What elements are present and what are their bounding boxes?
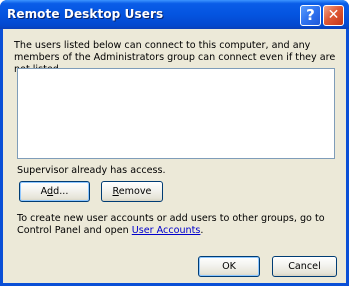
title-bar[interactable]: Remote Desktop Users ? ✕ xyxy=(0,0,349,29)
remove-button[interactable]: Remove xyxy=(101,181,163,202)
window-title: Remote Desktop Users xyxy=(7,7,164,21)
cancel-button[interactable]: Cancel xyxy=(272,256,337,277)
close-icon: ✕ xyxy=(327,7,340,23)
user-accounts-link[interactable]: User Accounts xyxy=(132,225,201,236)
ok-button-label: OK xyxy=(222,261,236,272)
users-list[interactable] xyxy=(17,68,335,159)
ok-button[interactable]: OK xyxy=(198,256,260,277)
access-status-text: Supervisor already has access. xyxy=(17,165,166,176)
close-button[interactable]: ✕ xyxy=(323,5,344,26)
help-button[interactable]: ? xyxy=(300,5,321,26)
remote-desktop-users-dialog: Remote Desktop Users ? ✕ The users liste… xyxy=(0,0,349,286)
help-icon: ? xyxy=(306,6,315,24)
add-button-label-rest: d... xyxy=(53,186,69,197)
user-accounts-info: To create new user accounts or add users… xyxy=(17,213,342,237)
cancel-button-label: Cancel xyxy=(288,261,321,272)
info-text-end: . xyxy=(200,225,204,236)
add-button[interactable]: Add... xyxy=(19,181,90,202)
remove-button-label: Remove xyxy=(112,186,152,197)
